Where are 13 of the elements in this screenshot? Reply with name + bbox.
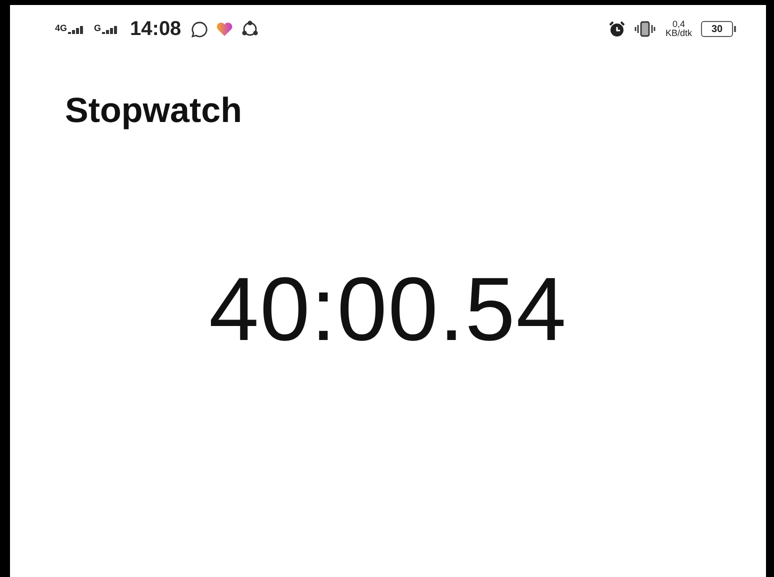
page-title: Stopwatch xyxy=(65,91,243,131)
network-type: 4G xyxy=(55,24,68,33)
network-type: G xyxy=(94,24,102,33)
vibrate-icon xyxy=(634,21,656,37)
clock-time: 14:08 xyxy=(130,18,182,40)
chat-bubble-icon xyxy=(191,20,208,38)
speed-unit: KB/dtk xyxy=(665,29,692,38)
network-speed: 0,4 xyxy=(672,20,685,29)
battery-indicator: 30 xyxy=(701,21,733,37)
share-icon xyxy=(241,20,260,38)
alarm-clock-icon xyxy=(609,21,626,37)
heart-icon xyxy=(216,22,234,36)
elapsed-time: 40:00.54 xyxy=(208,259,568,362)
